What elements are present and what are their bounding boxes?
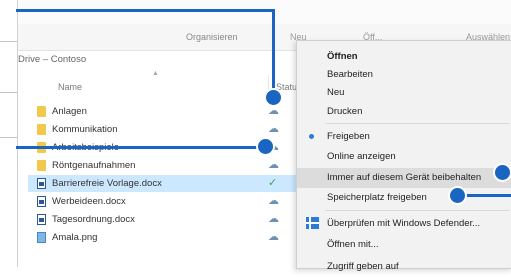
file-row[interactable]: Amala.png ☁ xyxy=(28,229,296,246)
folder-icon xyxy=(37,160,46,171)
menu-item-edit[interactable]: Bearbeiten xyxy=(297,65,511,85)
menu-separator xyxy=(325,210,509,211)
menu-item-label: Online anzeigen xyxy=(327,151,396,162)
menu-item-label: Immer auf diesem Gerät beibehalten xyxy=(327,172,482,183)
folder-icon xyxy=(37,106,46,117)
word-document-icon xyxy=(37,178,46,189)
menu-item-label: Speicherplatz freigeben xyxy=(327,192,427,203)
cloud-icon: ☁ xyxy=(268,159,279,171)
callout-line-free-up-space xyxy=(463,194,511,197)
file-name: Amala.png xyxy=(52,232,98,243)
image-file-icon xyxy=(37,232,46,243)
callout-marker-status-row xyxy=(256,137,275,156)
menu-separator xyxy=(325,123,509,124)
file-row[interactable]: Röntgenaufnahmen ☁ xyxy=(28,157,296,174)
file-name: Röntgenaufnahmen xyxy=(52,160,136,171)
callout-marker-free-up-space xyxy=(448,186,467,205)
menu-item-new[interactable]: Neu xyxy=(297,83,511,103)
file-row[interactable]: Barrierefreie Vorlage.docx ✓ xyxy=(28,175,296,192)
sort-indicator-icon: ▲ xyxy=(152,70,159,77)
menu-item-print[interactable]: Drucken xyxy=(297,102,511,122)
file-name: Tagesordnung.docx xyxy=(52,214,135,225)
context-menu: Öffnen Bearbeiten Neu Drucken Freigeben … xyxy=(296,40,511,272)
cloud-icon: ☁ xyxy=(268,231,279,243)
menu-item-defender[interactable]: Überprüfen mit Windows Defender... xyxy=(297,214,511,234)
cloud-icon: ☁ xyxy=(268,213,279,225)
breadcrumb[interactable]: Drive – Contoso xyxy=(18,54,86,65)
windows-defender-icon xyxy=(306,217,319,229)
menu-item-keep-on-device[interactable]: Immer auf diesem Gerät beibehalten xyxy=(297,168,511,188)
callout-line-top-vertical xyxy=(272,9,275,95)
cloud-icon: ☁ xyxy=(268,195,279,207)
file-name: Barrierefreie Vorlage.docx xyxy=(52,178,162,189)
file-row[interactable]: Tagesordnung.docx ☁ xyxy=(28,211,296,228)
callout-box-top xyxy=(0,0,18,42)
menu-item-label: Öffnen mit... xyxy=(327,239,379,250)
menu-item-label: Bearbeiten xyxy=(327,69,373,80)
cloud-icon: ☁ xyxy=(268,123,279,135)
callout-line-top-horizontal xyxy=(16,9,274,12)
word-document-icon xyxy=(37,214,46,225)
menu-item-open[interactable]: Öffnen xyxy=(297,47,511,67)
column-header-name[interactable]: Name xyxy=(58,82,82,92)
ribbon xyxy=(18,0,511,25)
file-name: Kommunikation xyxy=(52,124,118,135)
file-name: Werbeideen.docx xyxy=(52,196,126,207)
menu-item-label: Neu xyxy=(327,87,345,98)
organize-button[interactable]: Organisieren xyxy=(186,32,238,42)
file-row[interactable]: Kommunikation ☁ xyxy=(28,121,296,138)
menu-item-share[interactable]: Freigeben xyxy=(297,127,511,147)
menu-item-label: Öffnen xyxy=(327,51,358,62)
folder-icon xyxy=(37,124,46,135)
file-row[interactable]: Werbeideen.docx ☁ xyxy=(28,193,296,210)
callout-marker-keep-on-device xyxy=(493,163,511,182)
menu-item-free-up-space[interactable]: Speicherplatz freigeben xyxy=(297,188,511,208)
word-document-icon xyxy=(37,196,46,207)
share-icon xyxy=(309,134,314,139)
check-circle-icon: ✓ xyxy=(268,177,278,189)
menu-item-view-online[interactable]: Online anzeigen xyxy=(297,147,511,167)
menu-item-label: Freigeben xyxy=(327,131,370,142)
file-row[interactable]: Anlagen ☁ xyxy=(28,103,296,120)
menu-item-label: Drucken xyxy=(327,106,363,117)
menu-item-give-access[interactable]: Zugriff geben auf xyxy=(297,257,511,277)
callout-line-middle xyxy=(16,146,266,149)
menu-item-open-with[interactable]: Öffnen mit... xyxy=(297,235,511,255)
menu-item-label: Überprüfen mit Windows Defender... xyxy=(327,218,481,229)
file-name: Anlagen xyxy=(52,106,87,117)
callout-box-middle xyxy=(0,92,18,138)
callout-marker-status-column xyxy=(264,88,283,107)
